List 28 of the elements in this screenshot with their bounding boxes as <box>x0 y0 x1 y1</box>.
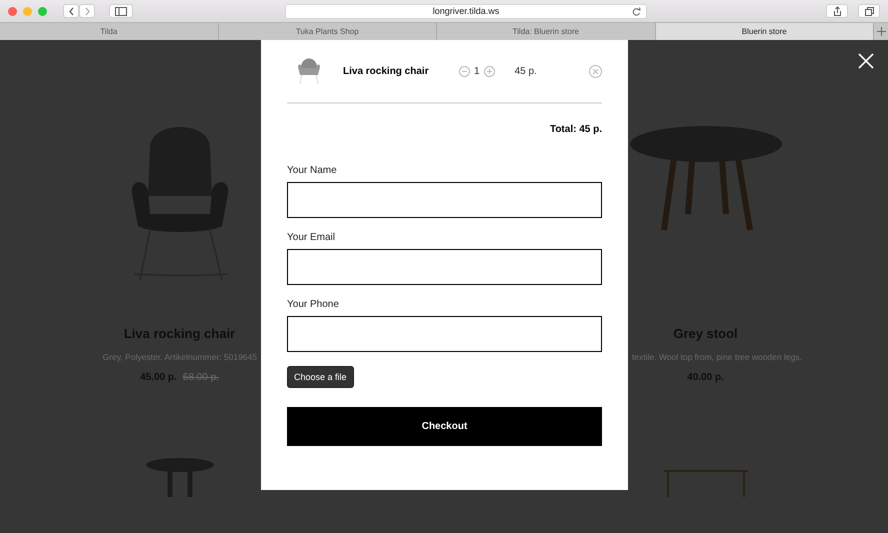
chevron-right-icon <box>84 6 90 16</box>
sidebar-icon <box>115 6 127 16</box>
browser-tab[interactable]: Bluerin store <box>656 23 874 40</box>
close-icon[interactable] <box>858 53 874 69</box>
address-bar[interactable]: longriver.tilda.ws <box>285 4 647 18</box>
checkout-button[interactable]: Checkout <box>287 407 602 446</box>
quantity: 1 <box>474 66 480 76</box>
chevron-left-icon <box>68 6 74 16</box>
input-field[interactable] <box>287 249 602 285</box>
tabs-button[interactable] <box>858 4 880 18</box>
side-table-drawing <box>146 458 214 500</box>
share-icon <box>832 6 842 16</box>
cart-item-name: Liva rocking chair <box>343 66 430 76</box>
new-tab-icon[interactable] <box>876 27 886 36</box>
field-label: Your Phone <box>287 299 340 310</box>
chair-thumbnail-icon <box>298 58 320 84</box>
cart-item-price: 45 p. <box>514 66 537 76</box>
tabs-icon <box>864 6 874 16</box>
sidebar-button[interactable] <box>109 4 133 18</box>
choose-file-button[interactable]: Choose a file <box>287 366 354 388</box>
reload-icon[interactable] <box>632 6 641 16</box>
input-field[interactable] <box>287 316 602 352</box>
cart-total: Total: 45 p. <box>548 124 602 135</box>
field-label: Your Email <box>287 232 336 243</box>
back-button[interactable] <box>63 4 79 18</box>
share-button[interactable] <box>826 4 848 18</box>
input-field[interactable] <box>287 182 602 218</box>
field-label: Your Name <box>287 165 338 176</box>
